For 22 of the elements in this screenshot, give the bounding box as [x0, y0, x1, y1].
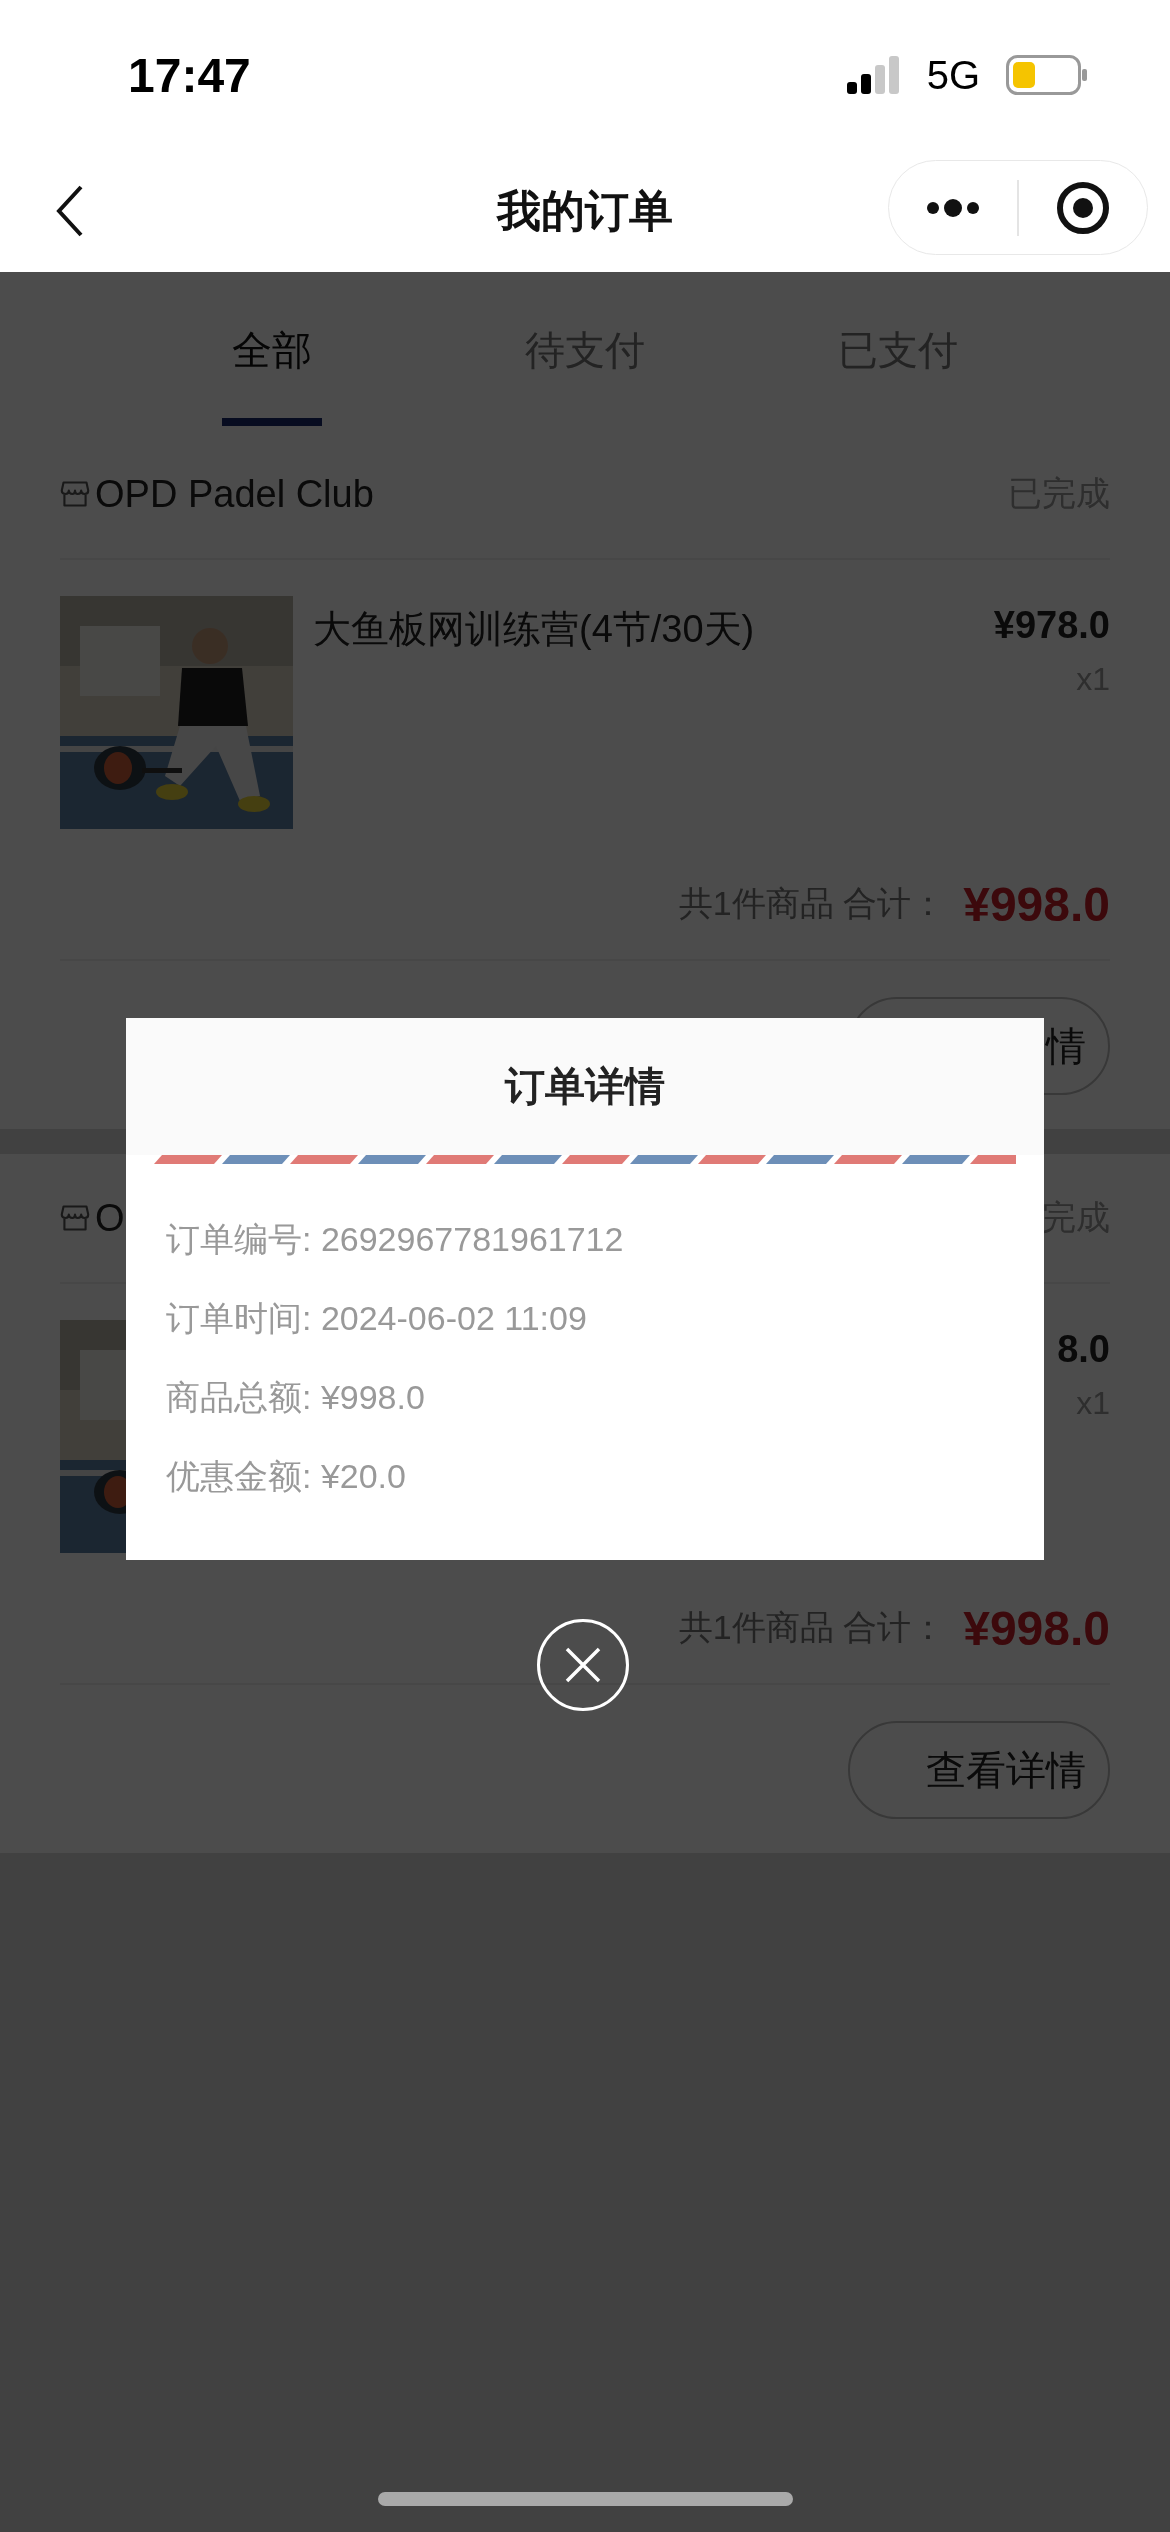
detail-row-text: 订单时间: 2024-06-02 11:09 — [166, 1298, 588, 1339]
clock: 17:47 — [128, 47, 251, 103]
battery-icon — [1006, 55, 1088, 95]
close-icon — [563, 1645, 603, 1685]
shop-name: O — [95, 1196, 125, 1240]
network-label: 5G — [926, 52, 980, 98]
detail-row-text: 商品总额: ¥998.0 — [166, 1377, 426, 1418]
signal-icon — [846, 56, 901, 94]
product-price: ¥978.0 — [993, 604, 1110, 647]
total-price: ¥998.0 — [963, 1600, 1110, 1656]
more-icon — [926, 198, 980, 217]
detail-row-text: 订单编号: 2692967781961712 — [166, 1219, 625, 1260]
target-icon — [1056, 180, 1110, 235]
detail-row-text: 优惠金额: ¥20.0 — [166, 1456, 407, 1497]
page-title: 我的订单 — [497, 184, 673, 237]
total-price: ¥998.0 — [963, 876, 1110, 932]
shop-name: OPD Padel Club — [95, 472, 374, 516]
close-button[interactable] — [537, 1619, 629, 1711]
product-title: 大鱼板网训练营(4节/30天) — [313, 607, 756, 652]
back-icon — [55, 185, 85, 237]
product-price: 8.0 — [1057, 1328, 1110, 1371]
dialog-title: 订单详情 — [505, 1063, 665, 1110]
